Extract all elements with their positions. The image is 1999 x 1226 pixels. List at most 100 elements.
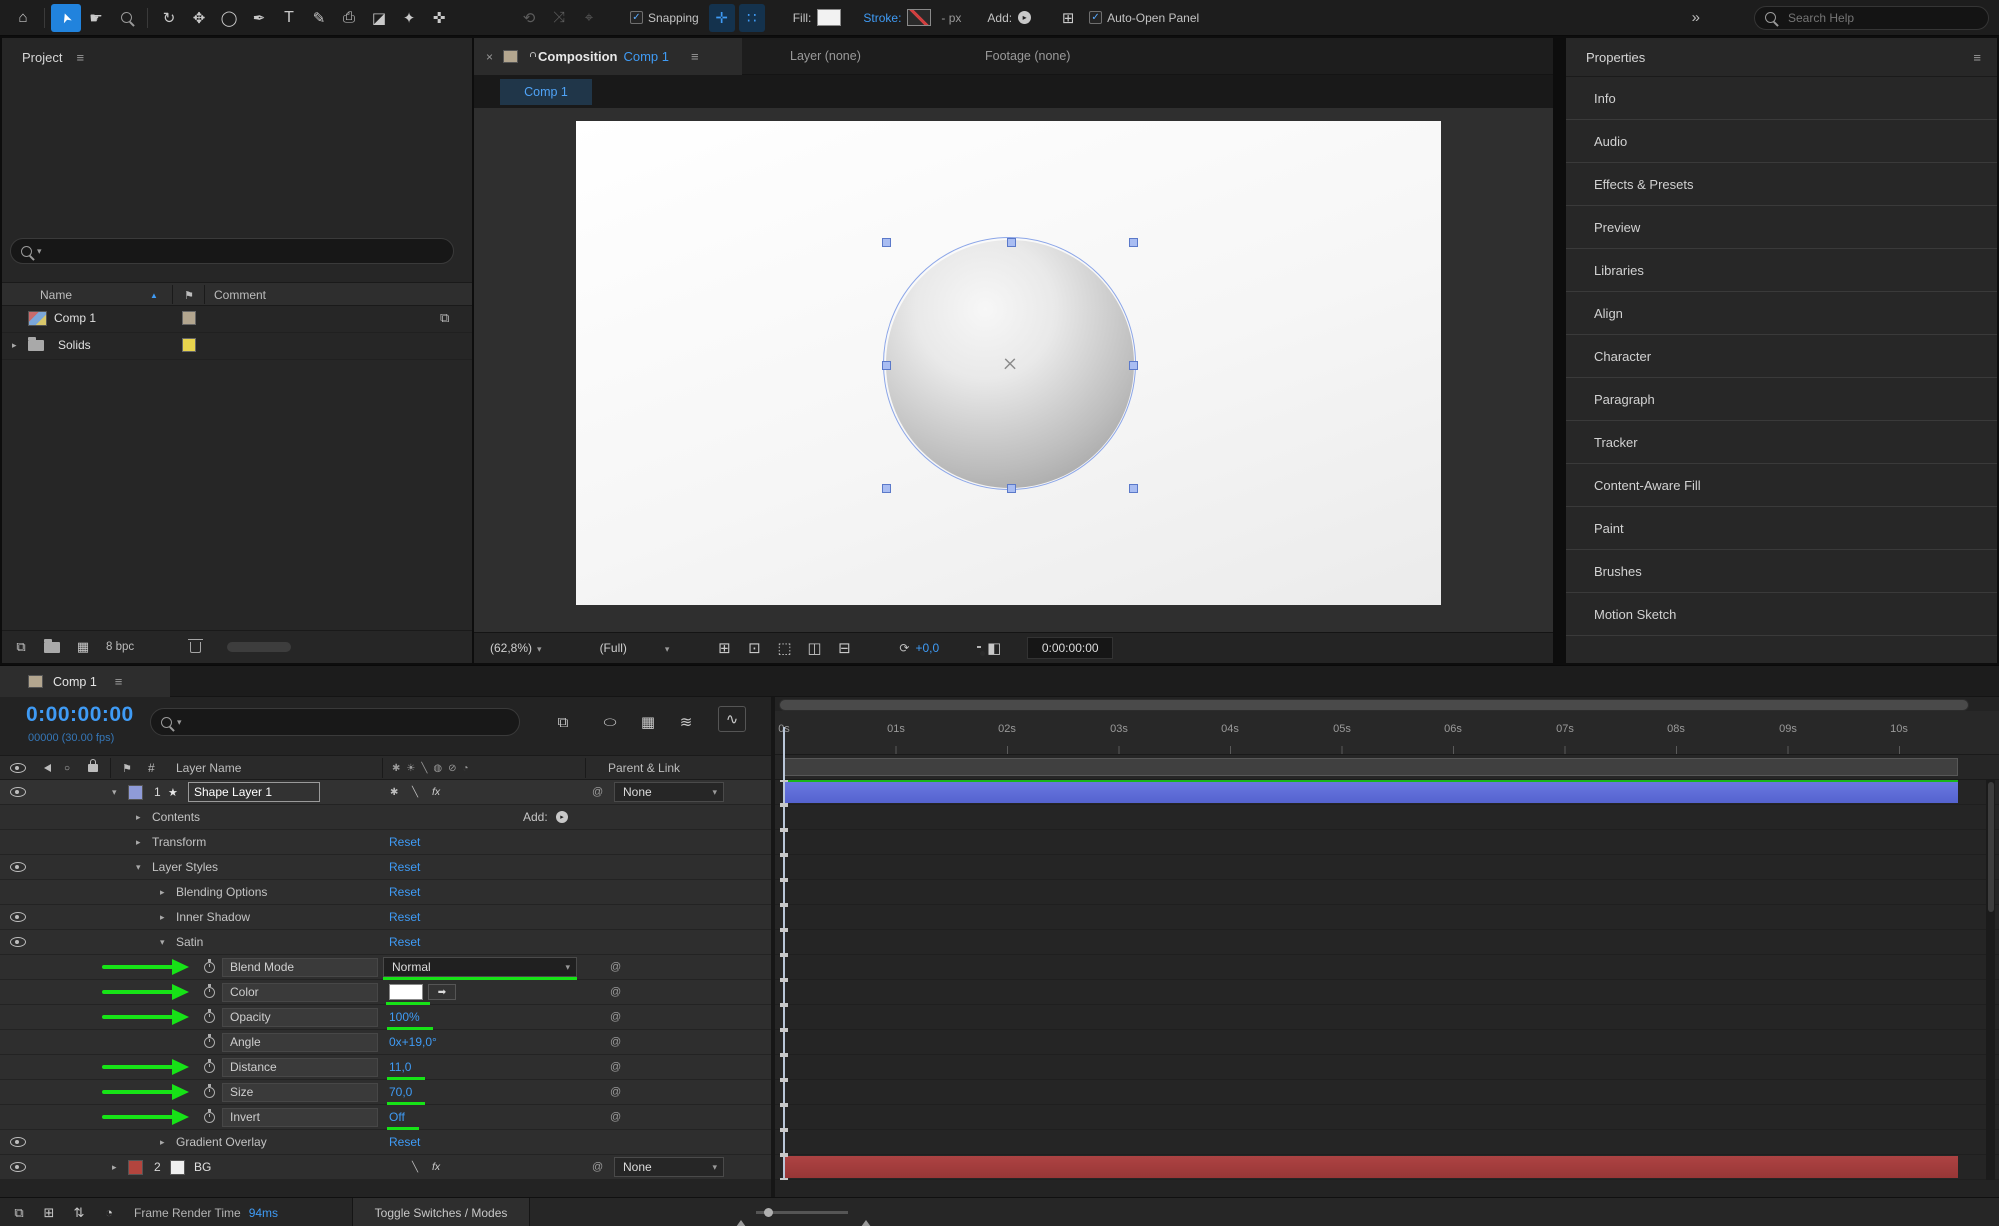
render-time-pane-icon[interactable]: ◔ <box>94 1201 124 1225</box>
parent-dropdown[interactable]: None▾ <box>614 1157 724 1177</box>
layer-color-chip[interactable] <box>128 780 143 804</box>
track-row[interactable] <box>775 980 1999 1005</box>
panel-item-effects-presets[interactable]: Effects & Presets <box>1566 163 1997 206</box>
stopwatch-icon[interactable] <box>204 1080 215 1104</box>
add-button[interactable]: ▸ <box>556 805 568 829</box>
panel-menu-icon[interactable]: ≡ <box>115 674 123 689</box>
add-button[interactable]: ▸ <box>1018 11 1031 24</box>
track-row[interactable] <box>775 880 1999 905</box>
property-label[interactable]: Distance <box>222 1058 378 1077</box>
project-item-name[interactable]: Solids <box>58 333 91 357</box>
timeline-zoom-slider[interactable] <box>756 1211 848 1214</box>
panel-item-content-aware-fill[interactable]: Content-Aware Fill <box>1566 464 1997 507</box>
zoom-in-icon[interactable] <box>858 1206 874 1220</box>
pan-behind-tool[interactable]: ✥ <box>184 4 214 32</box>
composition-canvas[interactable] <box>576 121 1441 605</box>
clone-stamp-tool[interactable]: ⎙ <box>334 4 364 32</box>
track-row[interactable] <box>775 1005 1999 1030</box>
transparency-grid-icon[interactable]: ◫ <box>799 637 829 659</box>
layer-name[interactable]: BG <box>194 1155 211 1179</box>
puppet-pin-tool[interactable]: ✜ <box>424 4 454 32</box>
tab-footage[interactable]: Footage (none) <box>985 44 1070 68</box>
layer-name-column-header[interactable]: Layer Name <box>176 756 241 780</box>
project-flowchart-icon[interactable]: ⧉ <box>6 633 36 661</box>
track-row[interactable] <box>775 1130 1999 1155</box>
panel-item-info[interactable]: Info <box>1566 77 1997 120</box>
lock-column-icon[interactable] <box>88 756 98 780</box>
group-label[interactable]: Gradient Overlay <box>176 1130 267 1154</box>
eye-icon[interactable] <box>10 1155 26 1179</box>
panel-item-align[interactable]: Align <box>1566 292 1997 335</box>
group-label[interactable]: Inner Shadow <box>176 905 250 929</box>
eye-icon[interactable] <box>10 855 26 879</box>
switches-column-icons[interactable]: ✱☀╲◍⊘◔ <box>392 756 475 780</box>
layer-row-bg[interactable]: ▸ 2 BG ╲ fx @ None▾ <box>0 1155 771 1180</box>
parent-pickwhip-icon[interactable]: @ <box>610 1055 621 1079</box>
panel-item-motion-sketch[interactable]: Motion Sketch <box>1566 593 1997 636</box>
track-row[interactable] <box>775 805 1999 830</box>
viewport[interactable] <box>474 108 1553 632</box>
zoom-out-icon[interactable] <box>736 1206 746 1220</box>
label-color-chip[interactable] <box>182 306 196 330</box>
snap-guide-icon[interactable]: ✛ <box>709 4 735 32</box>
track-row[interactable] <box>775 855 1999 880</box>
parent-dropdown[interactable]: None▾ <box>614 782 724 802</box>
parent-pickwhip-icon[interactable]: @ <box>610 1005 621 1029</box>
new-folder-icon[interactable] <box>44 635 60 659</box>
motion-blur-icon[interactable]: ≋ <box>671 708 701 736</box>
layer-duration-bar-shape-layer-1[interactable] <box>784 782 1958 803</box>
zoom-slider-handle[interactable] <box>764 1208 773 1217</box>
grid-options-icon[interactable]: ⊞ <box>709 637 739 659</box>
fill-swatch[interactable] <box>817 9 841 26</box>
solo-column-icon[interactable]: ○ <box>64 756 70 780</box>
property-value[interactable]: Off <box>389 1105 405 1129</box>
selection-handle[interactable] <box>1129 484 1138 493</box>
project-column-header[interactable]: Name ▲ ⚑ Comment <box>2 282 472 306</box>
stopwatch-icon[interactable] <box>204 1030 215 1054</box>
track-row[interactable] <box>775 830 1999 855</box>
mini-flowchart-icon[interactable]: ⧉ <box>548 708 578 736</box>
selection-tool[interactable]: ➤ <box>51 4 81 32</box>
column-divider[interactable] <box>204 285 205 304</box>
layer-duration-bar-bg[interactable] <box>784 1156 1958 1178</box>
snapping-checkbox[interactable]: ✓ <box>630 11 643 24</box>
color-depth-icon[interactable]: ▦ <box>68 633 98 661</box>
selection-handle[interactable] <box>882 238 891 247</box>
home-icon[interactable]: ⌂ <box>8 4 38 32</box>
track-row[interactable] <box>775 930 1999 955</box>
current-timecode[interactable]: 0:00:00:00 <box>26 703 134 727</box>
property-value[interactable]: 0x+19,0° <box>389 1030 437 1054</box>
stopwatch-icon[interactable] <box>204 1005 215 1029</box>
column-divider[interactable] <box>172 285 173 304</box>
eraser-tool[interactable]: ◪ <box>364 4 394 32</box>
help-search-input[interactable] <box>1786 10 1960 26</box>
property-label[interactable]: Angle <box>222 1033 378 1052</box>
exposure-value[interactable]: +0,0 <box>915 641 939 655</box>
mini-flowchart-icon[interactable]: ⧉ <box>4 1201 34 1225</box>
switches-pane-icon[interactable]: ⊞ <box>34 1201 64 1225</box>
group-label[interactable]: Transform <box>152 830 206 854</box>
quality-icon[interactable]: ╲ <box>412 1155 418 1179</box>
parent-pickwhip-icon[interactable]: @ <box>610 1030 621 1054</box>
stroke-width-value[interactable]: - px <box>941 11 961 25</box>
group-row-inner-shadow[interactable]: ▸ Inner Shadow Reset <box>0 905 771 930</box>
panel-item-libraries[interactable]: Libraries <box>1566 249 1997 292</box>
selection-handle[interactable] <box>1129 361 1138 370</box>
label-column-icon[interactable]: ⚑ <box>122 756 132 780</box>
stopwatch-icon[interactable] <box>204 1055 215 1079</box>
panel-menu-icon[interactable]: ≡ <box>691 49 699 64</box>
reset-link[interactable]: Reset <box>389 930 420 954</box>
panel-item-brushes[interactable]: Brushes <box>1566 550 1997 593</box>
reset-link[interactable]: Reset <box>389 880 420 904</box>
orbit-camera-tool[interactable]: ⟲ <box>514 4 544 32</box>
reset-exposure-icon[interactable]: ⟳ <box>899 641 909 655</box>
selection-handle[interactable] <box>882 361 891 370</box>
eye-icon[interactable] <box>10 1130 26 1154</box>
stroke-swatch[interactable] <box>907 9 931 26</box>
open-panel-icon[interactable]: ⊞ <box>1053 4 1083 32</box>
snap-grid-icon[interactable]: ∷ <box>739 4 765 32</box>
panel-item-preview[interactable]: Preview <box>1566 206 1997 249</box>
hand-tool[interactable]: ☛ <box>81 4 111 32</box>
twirl-icon[interactable]: ▾ <box>160 930 165 954</box>
label-column-icon[interactable]: ⚑ <box>184 283 194 307</box>
